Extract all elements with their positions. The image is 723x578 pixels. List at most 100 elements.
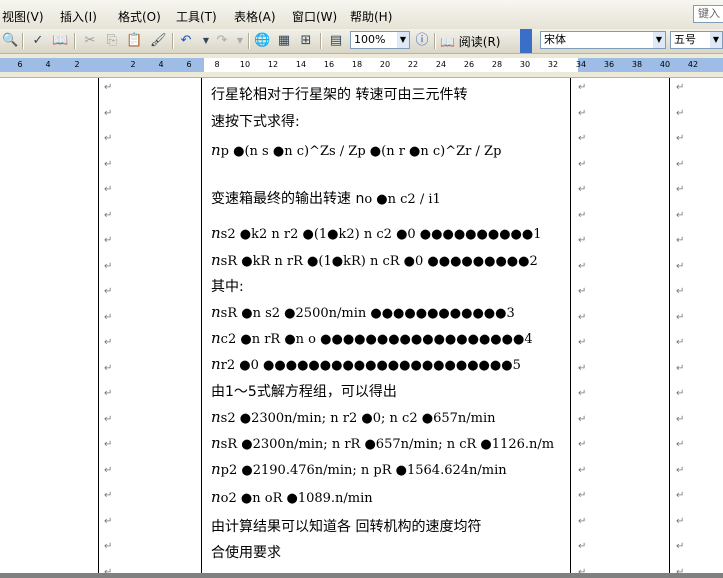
help-search-input[interactable]: 键入 xyxy=(693,5,723,23)
paste-icon[interactable]: 📋 xyxy=(126,33,142,49)
formula-var: n xyxy=(211,329,221,347)
formula-1[interactable]: np ●(n s ●n c)^Zs / Zp ●(n r ●n c)^Zr / … xyxy=(211,141,501,159)
paragraph-mark-icon: ↵ xyxy=(676,414,685,425)
print-preview-icon[interactable]: 🔍 xyxy=(2,33,18,49)
paragraph-mark-icon: ↵ xyxy=(578,261,587,272)
table-column[interactable] xyxy=(0,78,98,573)
paragraph-mark-icon: ↵ xyxy=(676,210,685,221)
menu-tools[interactable]: 工具(T) xyxy=(176,8,217,25)
paragraph-mark-icon: ↵ xyxy=(104,439,113,450)
paragraph-mark-icon: ↵ xyxy=(676,541,685,552)
formula-3[interactable]: nsR ●kR n rR ●(1●kR) n cR ●0 ●●●●●●●●●2 xyxy=(211,251,538,269)
doc-line-solve[interactable]: 由1～5式解方程组，可以得出 xyxy=(211,381,397,401)
zoom-select[interactable]: 100% ▼ xyxy=(350,31,410,49)
formula-5[interactable]: nc2 ●n rR ●n o ●●●●●●●●●●●●●●●●●●4 xyxy=(211,329,533,347)
paragraph-mark-icon: ↵ xyxy=(676,235,685,246)
formula-6[interactable]: nr2 ●0 ●●●●●●●●●●●●●●●●●●●●●●5 xyxy=(211,355,521,373)
copy-icon[interactable]: ⎘ xyxy=(104,33,120,49)
paragraph-mark-icon: ↵ xyxy=(578,388,587,399)
doc-line-2[interactable]: 速按下式求得: xyxy=(211,111,300,131)
research-icon[interactable]: 📖 xyxy=(52,33,68,49)
formula-10[interactable]: no2 ●n oR ●1089.n/min xyxy=(211,488,373,506)
cut-icon[interactable]: ✂ xyxy=(82,33,98,49)
ruler-label: 40 xyxy=(659,60,671,69)
paragraph-mark-icon: ↵ xyxy=(104,541,113,552)
font-select[interactable]: 宋体 ▼ xyxy=(540,31,666,49)
formula-7[interactable]: ns2 ●2300n/min; n r2 ●0; n c2 ●657n/min xyxy=(211,408,496,426)
paragraph-mark-icon: ↵ xyxy=(104,312,113,323)
undo-icon[interactable]: ↶ xyxy=(178,33,194,49)
redo-icon[interactable]: ↷ xyxy=(214,33,230,49)
tables-borders-icon[interactable]: ▦ xyxy=(276,33,292,49)
paragraph-mark-icon: ↵ xyxy=(676,133,685,144)
formula-var: n xyxy=(211,355,221,373)
ruler-label: 12 xyxy=(267,60,279,69)
menu-table[interactable]: 表格(A) xyxy=(234,8,276,25)
paragraph-mark-icon: ↵ xyxy=(676,261,685,272)
ruler-label: 4 xyxy=(45,60,51,69)
formula-var: n xyxy=(211,251,221,269)
paragraph-mark-icon: ↵ xyxy=(578,312,587,323)
paragraph-mark-icon: ↵ xyxy=(578,210,587,221)
formula-4[interactable]: nsR ●n s2 ●2500n/min ●●●●●●●●●●●●3 xyxy=(211,303,515,321)
paragraph-mark-icon: ↵ xyxy=(578,465,587,476)
paragraph-mark-icon: ↵ xyxy=(578,159,587,170)
font-size-value: 五号 xyxy=(674,33,696,46)
font-size-select[interactable]: 五号 ▼ xyxy=(670,31,723,49)
hyperlink-icon[interactable]: 🌐 xyxy=(254,33,270,49)
table-column[interactable] xyxy=(99,78,201,573)
paragraph-mark-icon: ↵ xyxy=(676,363,685,374)
doc-line-output-speed[interactable]: 变速箱最终的输出转速 no ●n c2 / i1 xyxy=(211,188,441,208)
help-icon[interactable]: ⓘ xyxy=(414,33,430,49)
menu-bar: 视图(V) 插入(I) 格式(O) 工具(T) 表格(A) 窗口(W) 帮助(H… xyxy=(0,0,723,30)
doc-line-1[interactable]: 行星轮相对于行星架的 转速可由三元件转 xyxy=(211,84,467,104)
ruler-label: 32 xyxy=(547,60,559,69)
menu-format[interactable]: 格式(O) xyxy=(118,8,161,25)
formatting-toolbar: 宋体 ▼ 五号 ▼ xyxy=(534,29,723,53)
paragraph-mark-icon: ↵ xyxy=(676,516,685,527)
document-map-icon[interactable]: ▤ xyxy=(328,33,344,49)
menu-insert[interactable]: 插入(I) xyxy=(60,8,97,25)
paragraph-mark-icon: ↵ xyxy=(578,414,587,425)
paragraph-mark-icon: ↵ xyxy=(104,337,113,348)
formula-8[interactable]: nsR ●2300n/min; n rR ●657n/min; n cR ●11… xyxy=(211,434,554,452)
chevron-down-icon: ▼ xyxy=(710,32,722,48)
format-painter-icon[interactable]: 🖌 xyxy=(150,33,167,49)
paragraph-mark-icon: ↵ xyxy=(578,235,587,246)
menu-view[interactable]: 视图(V) xyxy=(2,8,44,25)
ruler-label: 36 xyxy=(603,60,615,69)
undo-dropdown-icon[interactable]: ▼ xyxy=(198,33,214,49)
formula-9[interactable]: np2 ●2190.476n/min; n pR ●1564.624n/min xyxy=(211,460,507,478)
formula-var: n xyxy=(211,224,221,242)
horizontal-ruler[interactable]: 6 4 2 2 4 6 8 10 12 14 16 18 20 22 24 26… xyxy=(0,54,723,78)
formula-body: p2 ●2190.476n/min; n pR ●1564.624n/min xyxy=(220,463,507,478)
insert-table-icon[interactable]: ⊞ xyxy=(298,33,314,49)
formula-2[interactable]: ns2 ●k2 n r2 ●(1●k2) n c2 ●0 ●●●●●●●●●●1 xyxy=(211,224,542,242)
ruler-label: 20 xyxy=(379,60,391,69)
paragraph-mark-icon: ↵ xyxy=(104,261,113,272)
doc-line-where[interactable]: 其中: xyxy=(211,276,244,296)
doc-line-conclusion-2[interactable]: 合使用要求 xyxy=(211,542,281,562)
toolbar-grip[interactable] xyxy=(520,29,532,53)
menu-window[interactable]: 窗口(W) xyxy=(292,8,337,25)
paragraph-mark-icon: ↵ xyxy=(104,184,113,195)
zoom-value: 100% xyxy=(354,33,386,46)
table-border xyxy=(98,78,99,573)
menu-help[interactable]: 帮助(H) xyxy=(350,8,392,25)
table-border xyxy=(201,78,202,573)
chevron-down-icon: ▼ xyxy=(653,32,665,48)
formula-body: sR ●n s2 ●2500n/min ●●●●●●●●●●●●3 xyxy=(220,306,515,321)
formula-var: n xyxy=(211,488,221,506)
ruler-label: 10 xyxy=(239,60,251,69)
formula-body: p ●(n s ●n c)^Zs / Zp ●(n r ●n c)^Zr / Z… xyxy=(220,144,502,159)
paragraph-mark-icon: ↵ xyxy=(676,286,685,297)
output-speed-text: 变速箱最终的输出转速 n xyxy=(211,191,365,207)
spelling-icon[interactable]: ✓ xyxy=(30,33,46,49)
paragraph-mark-icon: ↵ xyxy=(676,439,685,450)
paragraph-mark-icon: ↵ xyxy=(578,363,587,374)
table-border xyxy=(669,78,670,573)
paragraph-mark-icon: ↵ xyxy=(104,133,113,144)
doc-line-conclusion[interactable]: 由计算结果可以知道各 回转机构的速度均符 xyxy=(211,516,481,536)
redo-dropdown-icon[interactable]: ▼ xyxy=(232,33,248,49)
reading-mode-button[interactable]: 📖 阅读(R) xyxy=(440,33,500,50)
